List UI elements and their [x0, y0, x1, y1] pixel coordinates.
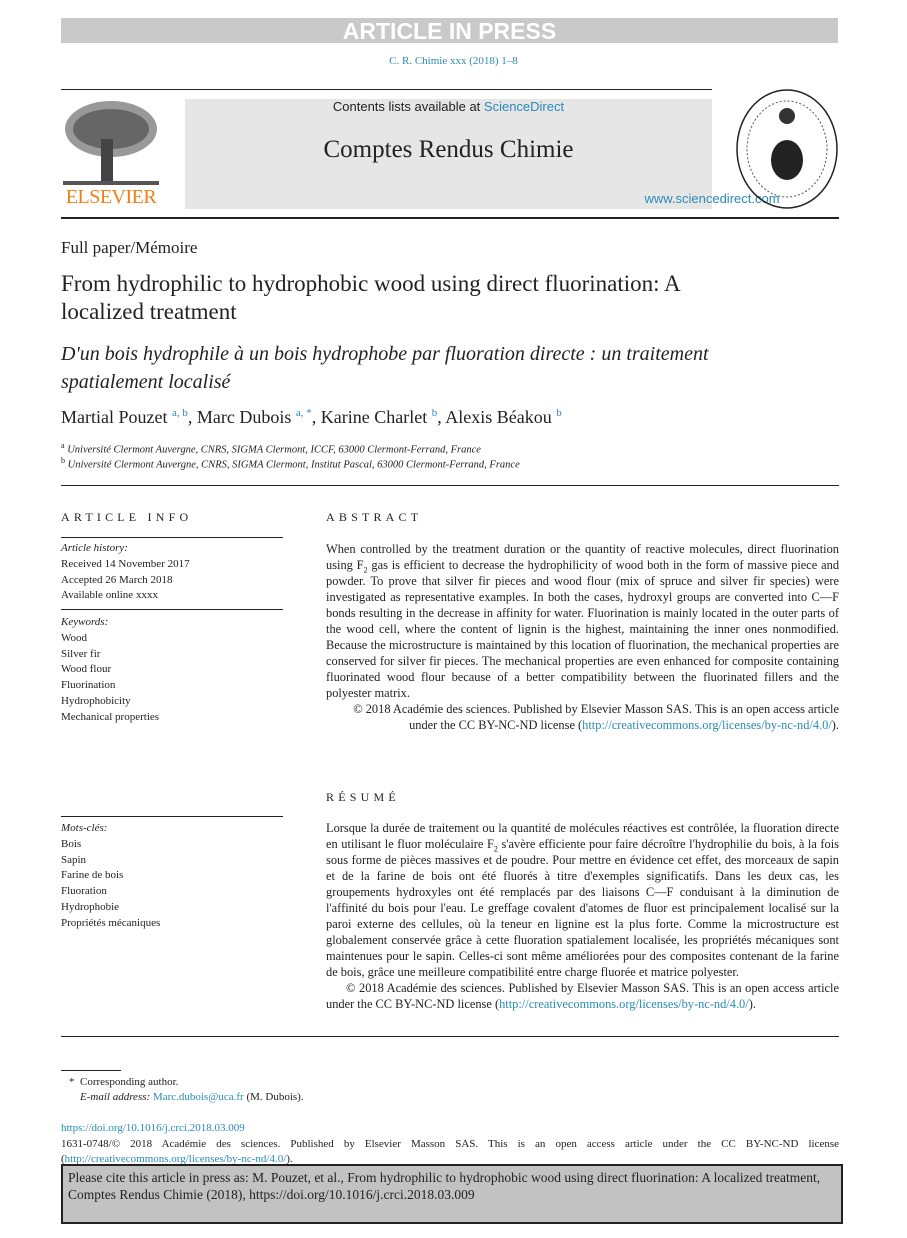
mot-cle: Propriétés mécaniques [61, 916, 161, 929]
keywords: Keywords: Wood Silver fir Wood flour Flu… [61, 615, 283, 726]
mots-cles: Mots-clés: Bois Sapin Farine de bois Flu… [61, 821, 283, 932]
author: Martial Pouzet a, b, [61, 407, 197, 427]
keyword: Mechanical properties [61, 710, 160, 723]
history-item: Received 14 November 2017 [61, 557, 190, 570]
journal-name: Comptes Rendus Chimie [323, 136, 574, 163]
elsevier-tree-icon [63, 101, 159, 185]
section-rule [61, 485, 839, 486]
academie-seal-logo [735, 88, 839, 210]
header-bottom-rule [61, 217, 839, 219]
academie-seal-icon [736, 89, 838, 209]
author: Alexis Béakou b [445, 407, 562, 427]
resume-text: Lorsque la durée de traitement ou la qua… [326, 821, 840, 1011]
corresponding-note: * Corresponding author. [69, 1076, 179, 1088]
info-rule [61, 537, 283, 538]
email-link[interactable]: Marc.dubois@uca.fr [153, 1091, 244, 1103]
article-type: Full paper/Mémoire [61, 238, 198, 257]
affiliation: b Université Clermont Auvergne, CNRS, SI… [61, 456, 520, 471]
mot-cle: Bois [61, 837, 82, 850]
footnote-rule [61, 1070, 121, 1071]
contents-line: Contents lists available at ScienceDirec… [185, 99, 712, 114]
history-label: Article history: [61, 542, 128, 554]
cite-box: Please cite this article in press as: M.… [61, 1164, 843, 1224]
journal-reference-link[interactable]: C. R. Chimie xxx (2018) 1–8 [0, 55, 907, 67]
doi-link[interactable]: https://doi.org/10.1016/j.crci.2018.03.0… [61, 1122, 245, 1134]
article-page: ARTICLE IN PRESS C. R. Chimie xxx (2018)… [0, 0, 907, 1238]
keyword: Wood flour [61, 663, 112, 676]
motscles-label: Mots-clés: [61, 822, 108, 834]
resume-copyright: © 2018 Académie des sciences. Published … [326, 981, 839, 1011]
resume-heading: RÉSUMÉ [326, 790, 400, 804]
info-rule [61, 816, 283, 817]
sciencedirect-link[interactable]: ScienceDirect [484, 99, 564, 114]
header-top-rule [61, 89, 712, 90]
mot-cle: Farine de bois [61, 869, 124, 882]
abstract-text: When controlled by the treatment duratio… [326, 542, 840, 732]
mot-cle: Sapin [61, 853, 87, 866]
keyword: Fluorination [61, 679, 116, 692]
info-rule [61, 609, 283, 610]
article-title-french: D'un bois hydrophile à un bois hydrophob… [61, 343, 709, 393]
keyword: Wood [61, 631, 88, 644]
affiliation: a Université Clermont Auvergne, CNRS, SI… [61, 441, 481, 456]
author: Karine Charlet b, [320, 407, 446, 427]
mot-cle: Hydrophobie [61, 900, 120, 913]
article-in-press-banner: ARTICLE IN PRESS [61, 18, 838, 44]
contents-text: Contents lists available at [332, 99, 484, 114]
history-item: Available online xxxx [61, 589, 158, 602]
mot-cle: Fluoration [61, 885, 107, 898]
journal-header-box: Contents lists available at ScienceDirec… [185, 99, 780, 209]
article-title: From hydrophilic to hydrophobic wood usi… [61, 271, 680, 324]
issn-license: 1631-0748/© 2018 Académie des sciences. … [61, 1137, 839, 1166]
abstract-heading: ABSTRACT [326, 510, 423, 524]
license-link[interactable]: http://creativecommons.org/licenses/by-n… [499, 997, 749, 1011]
elsevier-logo: ELSEVIER [61, 99, 161, 209]
author-list: Martial Pouzet a, b, Marc Dubois a, *, K… [61, 407, 562, 428]
email-note: E-mail address: Marc.dubois@uca.fr (M. D… [80, 1091, 304, 1103]
article-history: Article history: Received 14 November 20… [61, 541, 283, 604]
article-info-heading: ARTICLE INFO [61, 510, 193, 524]
keywords-label: Keywords: [61, 616, 109, 628]
keyword: Hydrophobicity [61, 694, 131, 707]
section-rule [61, 1036, 839, 1037]
author: Marc Dubois a, *, [196, 407, 321, 427]
history-item: Accepted 26 March 2018 [61, 573, 173, 586]
license-link[interactable]: http://creativecommons.org/licenses/by-n… [582, 718, 832, 732]
doi-block: https://doi.org/10.1016/j.crci.2018.03.0… [61, 1121, 839, 1168]
abstract-copyright: © 2018 Académie des sciences. Published … [353, 702, 839, 732]
footnote: * Corresponding author. E-mail address: … [61, 1075, 304, 1105]
keyword: Silver fir [61, 647, 101, 660]
elsevier-wordmark: ELSEVIER [65, 186, 157, 208]
